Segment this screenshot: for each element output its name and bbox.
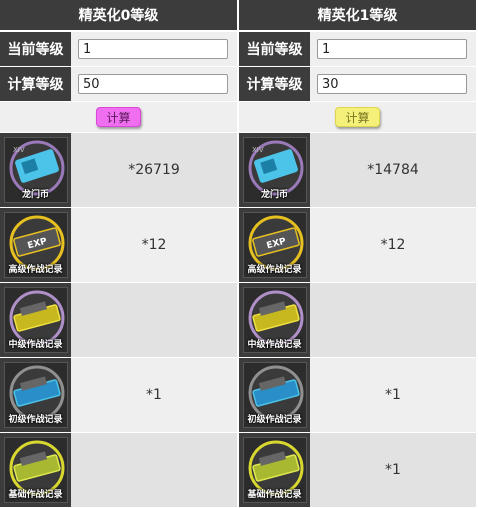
- advanced-record-icon: EXP 高级作战记录: [3, 212, 68, 278]
- item-name-label: 基础作战记录: [8, 490, 63, 500]
- svg-text:XIV: XIV: [13, 146, 25, 154]
- item-count: *1: [310, 358, 476, 432]
- target-level-row: 计算等级: [239, 67, 476, 102]
- lmb-icon: XIV 龙门币: [242, 137, 307, 203]
- item-name-label: 中级作战记录: [8, 340, 63, 350]
- item-row-lmb: XIV 龙门币 *14784: [239, 133, 476, 208]
- svg-text:XIV: XIV: [252, 146, 264, 154]
- item-row-intermediate-record: 中级作战记录: [239, 283, 476, 358]
- elite-1-panel: 精英化1等级 当前等级 计算等级 计算 XIV 龙门币 *14784: [239, 0, 476, 508]
- item-name-label: 初级作战记录: [247, 415, 302, 425]
- item-row-advanced-record: EXP 高级作战记录 *12: [0, 208, 237, 283]
- elite-0-panel: 精英化0等级 当前等级 计算等级 计算 XIV 龙门币 *26719: [0, 0, 237, 508]
- primary-record-icon: 初级作战记录: [3, 362, 68, 428]
- target-level-input[interactable]: [317, 74, 467, 94]
- item-count: [71, 433, 237, 507]
- item-count: [71, 283, 237, 357]
- intermediate-record-icon: 中级作战记录: [3, 287, 68, 353]
- item-row-advanced-record: EXP 高级作战记录 *12: [239, 208, 476, 283]
- intermediate-record-icon: 中级作战记录: [242, 287, 307, 353]
- item-count: *1: [310, 433, 476, 507]
- item-name-label: 高级作战记录: [247, 265, 302, 275]
- item-name-label: 中级作战记录: [247, 340, 302, 350]
- current-level-row: 当前等级: [239, 32, 476, 67]
- item-name-label: 龙门币: [260, 190, 288, 200]
- item-name-label: 初级作战记录: [8, 415, 63, 425]
- item-row-basic-record: 基础作战记录: [0, 433, 237, 508]
- item-count: *12: [310, 208, 476, 282]
- target-level-row: 计算等级: [0, 67, 237, 102]
- item-count: [310, 283, 476, 357]
- item-row-lmb: XIV 龙门币 *26719: [0, 133, 237, 208]
- item-name-label: 高级作战记录: [8, 265, 63, 275]
- item-row-primary-record: 初级作战记录 *1: [239, 358, 476, 433]
- lmb-icon: XIV 龙门币: [3, 137, 68, 203]
- calculate-button[interactable]: 计算: [96, 107, 141, 127]
- current-level-row: 当前等级: [0, 32, 237, 67]
- advanced-record-icon: EXP 高级作战记录: [242, 212, 307, 278]
- panel-header: 精英化0等级: [0, 0, 237, 32]
- current-level-input[interactable]: [317, 39, 467, 59]
- item-count: *14784: [310, 133, 476, 207]
- panel-header: 精英化1等级: [239, 0, 476, 32]
- item-count: *26719: [71, 133, 237, 207]
- item-row-intermediate-record: 中级作战记录: [0, 283, 237, 358]
- target-level-label: 计算等级: [0, 67, 71, 101]
- target-level-input[interactable]: [78, 74, 228, 94]
- item-row-primary-record: 初级作战记录 *1: [0, 358, 237, 433]
- current-level-label: 当前等级: [0, 32, 71, 66]
- primary-record-icon: 初级作战记录: [242, 362, 307, 428]
- current-level-input[interactable]: [78, 39, 228, 59]
- calculate-button[interactable]: 计算: [335, 107, 380, 127]
- current-level-label: 当前等级: [239, 32, 310, 66]
- target-level-label: 计算等级: [239, 67, 310, 101]
- basic-record-icon: 基础作战记录: [242, 437, 307, 503]
- item-count: *12: [71, 208, 237, 282]
- item-name-label: 龙门币: [21, 190, 49, 200]
- basic-record-icon: 基础作战记录: [3, 437, 68, 503]
- item-row-basic-record: 基础作战记录 *1: [239, 433, 476, 508]
- item-name-label: 基础作战记录: [247, 490, 302, 500]
- item-count: *1: [71, 358, 237, 432]
